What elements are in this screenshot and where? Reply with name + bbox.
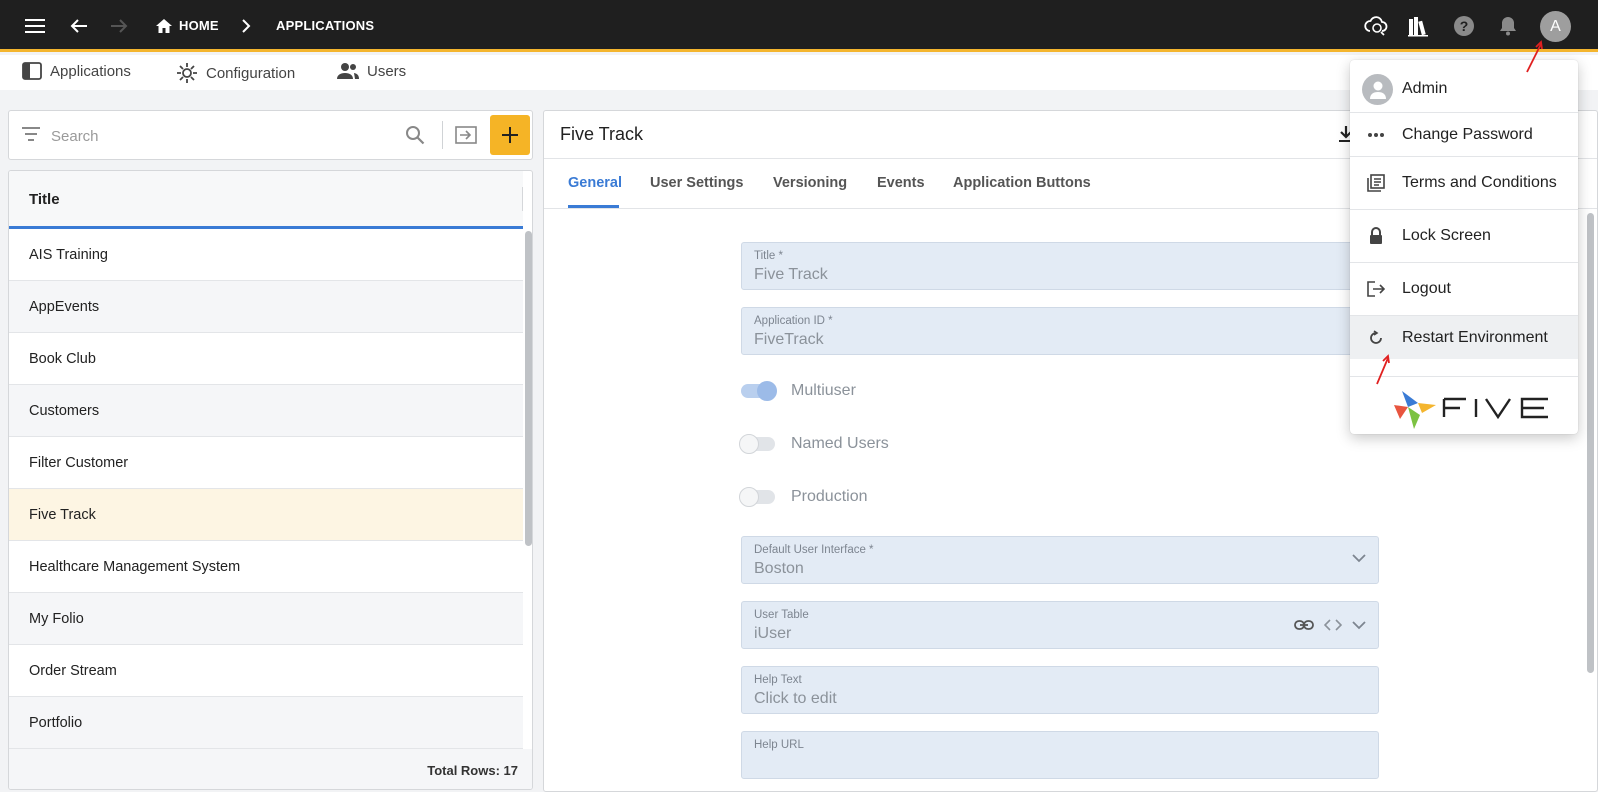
list-item[interactable]: AppEvents xyxy=(9,281,523,333)
list-search-bar xyxy=(8,110,533,160)
multiuser-toggle[interactable]: Multiuser xyxy=(741,381,856,401)
import-icon[interactable] xyxy=(455,125,477,145)
annotation-arrow-avatar xyxy=(1526,40,1543,73)
subnav-applications[interactable]: Applications xyxy=(22,62,131,80)
default-ui-select[interactable]: Default User Interface * Boston xyxy=(741,536,1379,584)
list-item[interactable]: Filter Customer xyxy=(9,437,523,489)
person-icon xyxy=(1362,74,1393,105)
applications-icon xyxy=(22,62,42,80)
bell-icon[interactable] xyxy=(1494,12,1522,40)
search-icon[interactable] xyxy=(405,125,425,145)
title-field[interactable]: Title * Five Track xyxy=(741,242,1379,290)
menu-logout[interactable]: Logout xyxy=(1350,262,1578,315)
menu-lock-screen[interactable]: Lock Screen xyxy=(1350,209,1578,262)
applications-list: Title AIS Training AppEvents Book Club C… xyxy=(8,170,533,790)
help-url-field[interactable]: Help URL xyxy=(741,731,1379,779)
application-id-field[interactable]: Application ID * FiveTrack xyxy=(741,307,1379,355)
library-icon[interactable] xyxy=(1405,12,1433,40)
detail-scrollbar[interactable] xyxy=(1587,209,1595,789)
restart-icon xyxy=(1350,329,1402,346)
list-item-selected[interactable]: Five Track xyxy=(9,489,523,541)
lock-icon xyxy=(1350,227,1402,245)
detail-title: Five Track xyxy=(560,124,644,144)
column-header-title[interactable]: Title xyxy=(9,171,523,229)
arrow-right-icon[interactable] xyxy=(105,12,133,40)
list-footer: Total Rows: 17 xyxy=(9,749,532,789)
production-toggle[interactable]: Production xyxy=(739,487,868,507)
divider xyxy=(442,121,443,149)
subnav-configuration[interactable]: Configuration xyxy=(176,62,295,84)
svg-text:?: ? xyxy=(1460,18,1469,34)
list-item[interactable]: AIS Training xyxy=(9,229,523,281)
library-books-icon xyxy=(1350,174,1402,192)
help-icon[interactable]: ? xyxy=(1450,12,1478,40)
list-item[interactable]: Book Club xyxy=(9,333,523,385)
menu-change-password[interactable]: Change Password xyxy=(1350,112,1578,156)
list-item[interactable]: Healthcare Management System xyxy=(9,541,523,593)
list-item[interactable]: Order Stream xyxy=(9,645,523,697)
user-table-select[interactable]: User Table iUser xyxy=(741,601,1379,649)
user-avatar[interactable]: A xyxy=(1540,11,1571,42)
list-item[interactable]: Customers xyxy=(9,385,523,437)
column-divider xyxy=(522,187,523,211)
password-icon xyxy=(1350,132,1402,138)
tab-events[interactable]: Events xyxy=(877,175,925,191)
link-icon[interactable] xyxy=(1294,619,1314,631)
active-tab-indicator xyxy=(568,205,619,208)
tab-application-buttons[interactable]: Application Buttons xyxy=(953,175,1091,191)
breadcrumb-applications[interactable]: APPLICATIONS xyxy=(276,18,374,33)
top-bar: HOME APPLICATIONS ? A xyxy=(0,0,1598,52)
tab-user-settings[interactable]: User Settings xyxy=(650,175,743,191)
logout-icon xyxy=(1350,281,1402,297)
search-input[interactable] xyxy=(51,124,391,148)
chevron-right-icon xyxy=(232,12,260,40)
subnav-users[interactable]: Users xyxy=(337,62,406,80)
total-rows: Total Rows: 17 xyxy=(427,763,518,778)
help-text-field[interactable]: Help Text Click to edit xyxy=(741,666,1379,714)
arrow-left-icon[interactable] xyxy=(65,12,93,40)
chevron-down-icon[interactable] xyxy=(1352,620,1366,630)
breadcrumb-home[interactable]: HOME xyxy=(179,18,219,33)
tab-versioning[interactable]: Versioning xyxy=(773,175,847,191)
code-icon[interactable] xyxy=(1324,619,1342,631)
list-item[interactable]: Portfolio xyxy=(9,697,523,749)
list-item[interactable]: My Folio xyxy=(9,593,523,645)
annotation-arrow-restart xyxy=(1376,354,1390,385)
chevron-down-icon[interactable] xyxy=(1352,554,1366,563)
add-button[interactable] xyxy=(490,115,530,155)
configuration-icon xyxy=(177,63,197,83)
home-icon[interactable] xyxy=(150,12,178,40)
cloud-sync-icon[interactable] xyxy=(1362,12,1390,40)
tab-general[interactable]: General xyxy=(568,175,622,191)
users-icon xyxy=(337,63,359,79)
plus-icon xyxy=(502,127,518,143)
named-users-toggle[interactable]: Named Users xyxy=(739,434,889,454)
filter-icon[interactable] xyxy=(22,127,40,141)
menu-terms-and-conditions[interactable]: Terms and Conditions xyxy=(1350,156,1578,209)
menu-restart-environment[interactable]: Restart Environment xyxy=(1350,315,1578,359)
hamburger-icon[interactable] xyxy=(21,12,49,40)
list-scrollbar[interactable] xyxy=(523,229,532,749)
